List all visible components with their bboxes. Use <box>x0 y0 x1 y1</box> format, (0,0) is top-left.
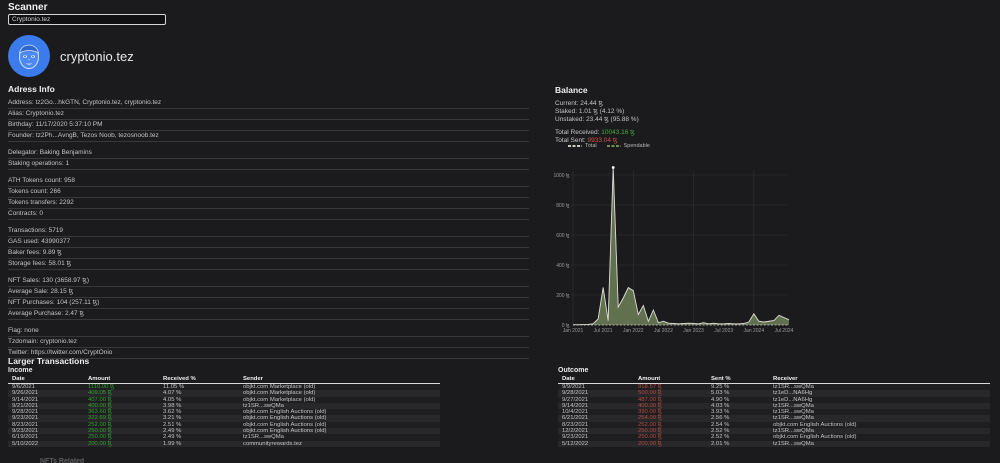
column-header: Receiver <box>773 376 990 383</box>
svg-text:Jul 2023: Jul 2023 <box>714 328 733 332</box>
avatar <box>8 35 50 77</box>
info-field: ATH Tokens count: 958 <box>8 176 529 187</box>
svg-text:800 ꜩ: 800 ꜩ <box>556 203 570 209</box>
info-field: Tzdomain: cryptonio.tez <box>8 337 529 348</box>
column-header: Amount <box>88 376 163 383</box>
address-info-fields: Address: tz2Go...hkGTN, Cryptonio.tez, c… <box>8 98 529 359</box>
balance-total-received: Total Received: 10043.16 ꜩ <box>555 129 995 137</box>
legend-item-total[interactable]: Total <box>568 143 597 149</box>
info-field: Alias: Cryptonio.tez <box>8 109 529 120</box>
info-field: Flag: none <box>8 326 529 337</box>
balance-unstaked: Unstaked: 23.44 ꜩ (95.88 %) <box>555 116 995 124</box>
column-header: Sender <box>243 376 440 383</box>
balance-staked: Staked: 1.01 ꜩ (4.12 %) <box>555 108 995 116</box>
info-field: Contracts: 0 <box>8 209 529 220</box>
nfts-related-heading-cutoff: NFTs Related <box>40 458 84 463</box>
info-field: Storage fees: 58.01 ꜩ <box>8 259 529 270</box>
column-header: Sent % <box>711 376 773 383</box>
info-field: NFT Purchases: 104 (257.11 ꜩ) <box>8 298 529 309</box>
table-row: 5/12/2022200.00 ꜩ2.01 %tz1SR...swQMa <box>558 441 990 447</box>
outcome-label: Outcome <box>558 367 588 374</box>
table-header: DateAmountSent %Receiver <box>558 376 990 384</box>
svg-text:1000 ꜩ: 1000 ꜩ <box>553 173 570 179</box>
info-field: NFT Sales: 130 (3658.97 ꜩ) <box>8 276 529 287</box>
column-header: Amount <box>638 376 711 383</box>
outcome-table: DateAmountSent %Receiver9/9/2021918.57 ꜩ… <box>558 376 990 447</box>
legend-item-spendable[interactable]: Spendable <box>607 143 650 149</box>
column-header: Date <box>558 376 638 383</box>
svg-text:Jan 2021: Jan 2021 <box>563 328 584 332</box>
info-field: GAS used: 43990377 <box>8 237 529 248</box>
svg-text:400 ꜩ: 400 ꜩ <box>556 263 570 269</box>
larger-transactions-heading: Larger Transactions <box>8 356 89 366</box>
svg-text:Jan 2022: Jan 2022 <box>623 328 644 332</box>
field-group-0: Address: tz2Go...hkGTN, Cryptonio.tez, c… <box>8 98 529 142</box>
column-header: Date <box>8 376 88 383</box>
income-table: DateAmountReceived %Sender9/6/20211110.0… <box>8 376 440 447</box>
balance-chart: 0 ꜩ200 ꜩ400 ꜩ600 ꜩ800 ꜩ1000 ꜩJan 2021Jul… <box>552 158 997 332</box>
info-field: Tokens count: 266 <box>8 187 529 198</box>
svg-text:Jan 2023: Jan 2023 <box>683 328 704 332</box>
scanner-page: Scanner cryptonio.tez Adress Info Addres… <box>0 0 1000 463</box>
svg-text:200 ꜩ: 200 ꜩ <box>556 293 570 299</box>
field-group-2: ATH Tokens count: 958Tokens count: 266To… <box>8 176 529 220</box>
page-title: Scanner <box>8 2 47 13</box>
balance-current: Current: 24.44 ꜩ <box>555 100 995 108</box>
tx-party[interactable]: communityrewards.tez <box>243 441 440 447</box>
legend-swatch <box>568 145 582 148</box>
balance-heading: Balance <box>555 85 995 95</box>
legend-swatch <box>607 145 621 148</box>
chart-legend: Total Spendable <box>568 143 650 149</box>
balance-section: Balance Current: 24.44 ꜩ Staked: 1.01 ꜩ … <box>555 85 995 145</box>
table-row: 5/10/2022200.00 ꜩ1.99 %communityrewards.… <box>8 441 440 447</box>
info-field: Staking operations: 1 <box>8 159 529 170</box>
info-field: Average Sale: 28.15 ꜩ <box>8 287 529 298</box>
tx-date: 5/12/2022 <box>558 441 638 447</box>
info-field: Address: tz2Go...hkGTN, Cryptonio.tez, c… <box>8 98 529 109</box>
field-group-3: Transactions: 5719GAS used: 43990377Bake… <box>8 226 529 270</box>
svg-text:Jul 2022: Jul 2022 <box>654 328 673 332</box>
field-group-5: Flag: noneTzdomain: cryptonio.tezTwitter… <box>8 326 529 359</box>
address-info-section: Adress Info Address: tz2Go...hkGTN, Cryp… <box>8 84 529 365</box>
table-header: DateAmountReceived %Sender <box>8 376 440 384</box>
svg-text:Jul 2024: Jul 2024 <box>775 328 794 332</box>
field-group-1: Delegator: Baking BenjaminsStaking opera… <box>8 148 529 170</box>
income-label: Income <box>8 367 33 374</box>
legend-label: Total <box>585 143 597 149</box>
info-field: Transactions: 5719 <box>8 226 529 237</box>
column-header: Received % <box>163 376 243 383</box>
info-field: Baker fees: 9.89 ꜩ <box>8 248 529 259</box>
wallet-name: cryptonio.tez <box>60 49 134 64</box>
tx-date: 5/10/2022 <box>8 441 88 447</box>
info-field: Tokens transfers: 2292 <box>8 198 529 209</box>
svg-text:Jul 2021: Jul 2021 <box>594 328 613 332</box>
svg-text:Jan 2024: Jan 2024 <box>744 328 765 332</box>
info-field: Birthday: 11/17/2020 5:37:10 PM <box>8 120 529 131</box>
svg-text:600 ꜩ: 600 ꜩ <box>556 233 570 239</box>
total-received-value: 10043.16 ꜩ <box>601 129 635 136</box>
tx-party[interactable]: tz1SR...swQMa <box>773 441 990 447</box>
tx-amount: 200.00 ꜩ <box>88 441 163 447</box>
info-field: Average Purchase: 2.47 ꜩ <box>8 309 529 320</box>
info-field: Founder: tz2Ph...AvngB, Tezos Noob, tezo… <box>8 131 529 142</box>
tx-amount: 200.00 ꜩ <box>638 441 711 447</box>
info-field: Delegator: Baking Benjamins <box>8 148 529 159</box>
field-group-4: NFT Sales: 130 (3658.97 ꜩ)Average Sale: … <box>8 276 529 320</box>
tx-percent: 2.01 % <box>711 441 773 447</box>
search-input[interactable] <box>8 14 166 25</box>
tx-percent: 1.99 % <box>163 441 243 447</box>
address-info-heading: Adress Info <box>8 84 529 94</box>
legend-label: Spendable <box>624 143 650 149</box>
